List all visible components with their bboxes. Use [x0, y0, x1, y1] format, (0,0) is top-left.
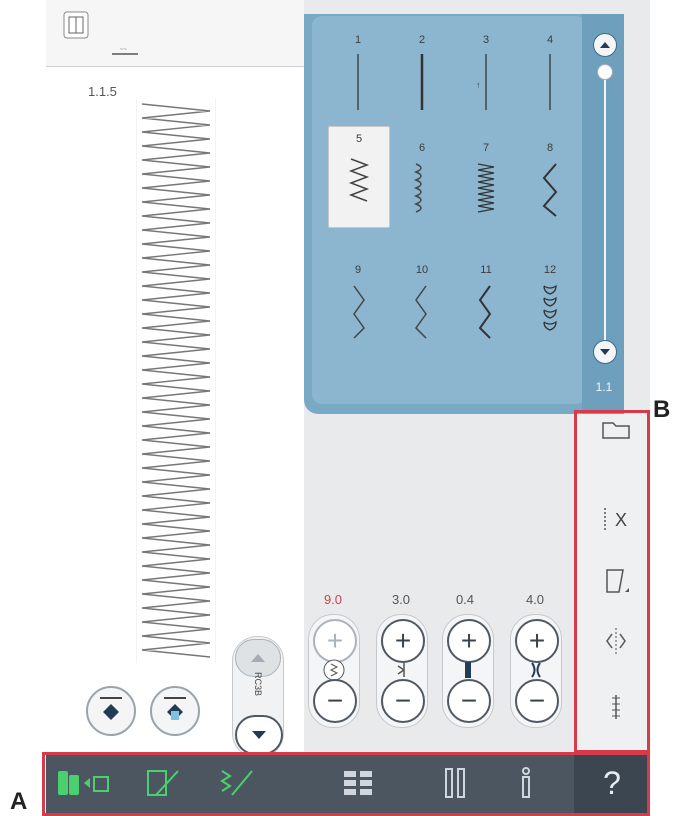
chevron-down-icon — [600, 349, 610, 355]
stitch-cell-number: 10 — [415, 264, 429, 276]
stitch-number: 1.1.5 — [88, 84, 117, 99]
stitch-cell-number: 12 — [543, 264, 557, 276]
stitch-cell[interactable]: 3 ↑ — [456, 28, 516, 138]
triangle-down-icon — [252, 731, 266, 739]
param-length-value: 3.0 — [391, 592, 411, 607]
scroll-stitch-stepper: RC3B — [232, 636, 284, 758]
density-plus-button[interactable]: + — [515, 619, 559, 663]
stitch-cell-number: 5 — [355, 133, 363, 145]
density-stepper: + − — [510, 614, 562, 728]
length-plus-button[interactable]: + — [381, 619, 425, 663]
stitch-cell[interactable]: 11 — [456, 258, 516, 368]
scroll-down-button[interactable] — [235, 715, 283, 755]
svg-text:~~: ~~ — [120, 47, 128, 53]
stitch-cell-number: 1 — [354, 34, 362, 46]
stitch-glyph-icon — [415, 285, 427, 339]
callout-label-a: A — [10, 788, 28, 815]
stitch-preview — [136, 98, 216, 663]
page-label: 1.1 — [595, 380, 613, 394]
stitch-glyph-icon — [357, 54, 359, 110]
plus-icon: + — [528, 625, 546, 656]
param-width-value: 9.0 — [323, 592, 343, 607]
stitch-cell-number: 4 — [546, 34, 554, 46]
scroll-up-button[interactable] — [593, 33, 617, 57]
minus-icon: − — [460, 685, 478, 716]
stitch-cell-number: 6 — [418, 142, 426, 154]
callout-box-b — [574, 410, 650, 753]
needle-position-icon: ~~ — [112, 47, 138, 55]
width-minus-button[interactable]: − — [313, 679, 357, 723]
stitch-length-icon — [397, 663, 405, 677]
param-density-value: 4.0 — [525, 592, 545, 607]
tension-minus-button[interactable]: − — [447, 679, 491, 723]
presser-foot-icon[interactable] — [62, 10, 90, 40]
tension-stepper: + − — [442, 614, 494, 728]
param-tension-value: 0.4 — [455, 592, 475, 607]
stitch-glyph-icon — [478, 285, 492, 339]
length-minus-button[interactable]: − — [381, 679, 425, 723]
stitch-glyph-icon — [549, 54, 551, 110]
stitch-cell-number: 9 — [354, 264, 362, 276]
stitch-cell[interactable]: 1 — [328, 28, 388, 138]
scroll-track[interactable] — [604, 72, 606, 342]
scroll-down-button[interactable] — [593, 340, 617, 364]
stitch-cell-number: 7 — [482, 142, 490, 154]
stitch-cell-number: 3 — [482, 34, 490, 46]
stitch-glyph-icon — [353, 285, 365, 339]
plus-icon: + — [326, 625, 344, 656]
stitch-cell[interactable]: 5 — [328, 126, 390, 228]
stitch-cell[interactable]: 9 — [328, 258, 388, 368]
density-icon — [531, 662, 541, 678]
minus-icon: − — [528, 685, 546, 716]
density-minus-button[interactable]: − — [515, 679, 559, 723]
zigzag-width-icon — [323, 659, 345, 681]
svg-text:↑: ↑ — [476, 80, 481, 90]
scroll-thumb[interactable] — [597, 64, 613, 80]
stitch-cell[interactable]: 8 — [520, 136, 580, 246]
plus-icon: + — [460, 625, 478, 656]
stitch-glyph-icon — [477, 163, 495, 213]
stitch-glyph-icon — [413, 163, 422, 213]
stitch-cell[interactable]: 4 — [520, 28, 580, 138]
stitch-cell-number: 11 — [480, 264, 492, 276]
cursor-left-button[interactable] — [86, 686, 136, 736]
stitch-glyph-icon: ↑ — [476, 54, 487, 110]
stitch-glyph-icon — [420, 54, 424, 110]
stitch-cell[interactable]: 7 — [456, 136, 516, 246]
stitch-code-label: RC3B — [253, 671, 263, 696]
minus-icon: − — [326, 685, 344, 716]
move-left-icon — [100, 697, 122, 720]
plus-icon: + — [394, 625, 412, 656]
sewing-screen: ~~ 1.1.5 RC3B 1 2 3 ↑ 4 5 6 7 8 9 10 11 … — [46, 0, 650, 816]
stitch-preview-panel: ~~ 1.1.5 RC3B — [46, 0, 304, 758]
stitch-cell-number: 8 — [546, 142, 554, 154]
tension-plus-button[interactable]: + — [447, 619, 491, 663]
stitch-glyph-icon — [543, 284, 557, 331]
callout-label-b: B — [653, 396, 671, 423]
stitch-glyph-icon — [542, 163, 558, 217]
chevron-up-icon — [600, 42, 610, 48]
stitch-glyph-icon — [348, 158, 370, 202]
width-plus-button[interactable]: + — [313, 619, 357, 663]
stitch-cell-number: 2 — [418, 34, 426, 46]
width-stepper: + − — [308, 614, 360, 728]
stitch-cell[interactable]: 12 — [520, 258, 580, 368]
length-stepper: + − — [376, 614, 428, 728]
move-right-icon — [164, 697, 186, 720]
stitch-cell[interactable]: 2 — [392, 28, 452, 138]
callout-box-a — [42, 752, 650, 816]
tension-icon — [465, 662, 471, 678]
cursor-right-button[interactable] — [150, 686, 200, 736]
minus-icon: − — [394, 685, 412, 716]
preview-header: ~~ — [46, 0, 304, 67]
stitch-cell[interactable]: 10 — [392, 258, 452, 368]
stitch-cell[interactable]: 6 — [392, 136, 452, 246]
